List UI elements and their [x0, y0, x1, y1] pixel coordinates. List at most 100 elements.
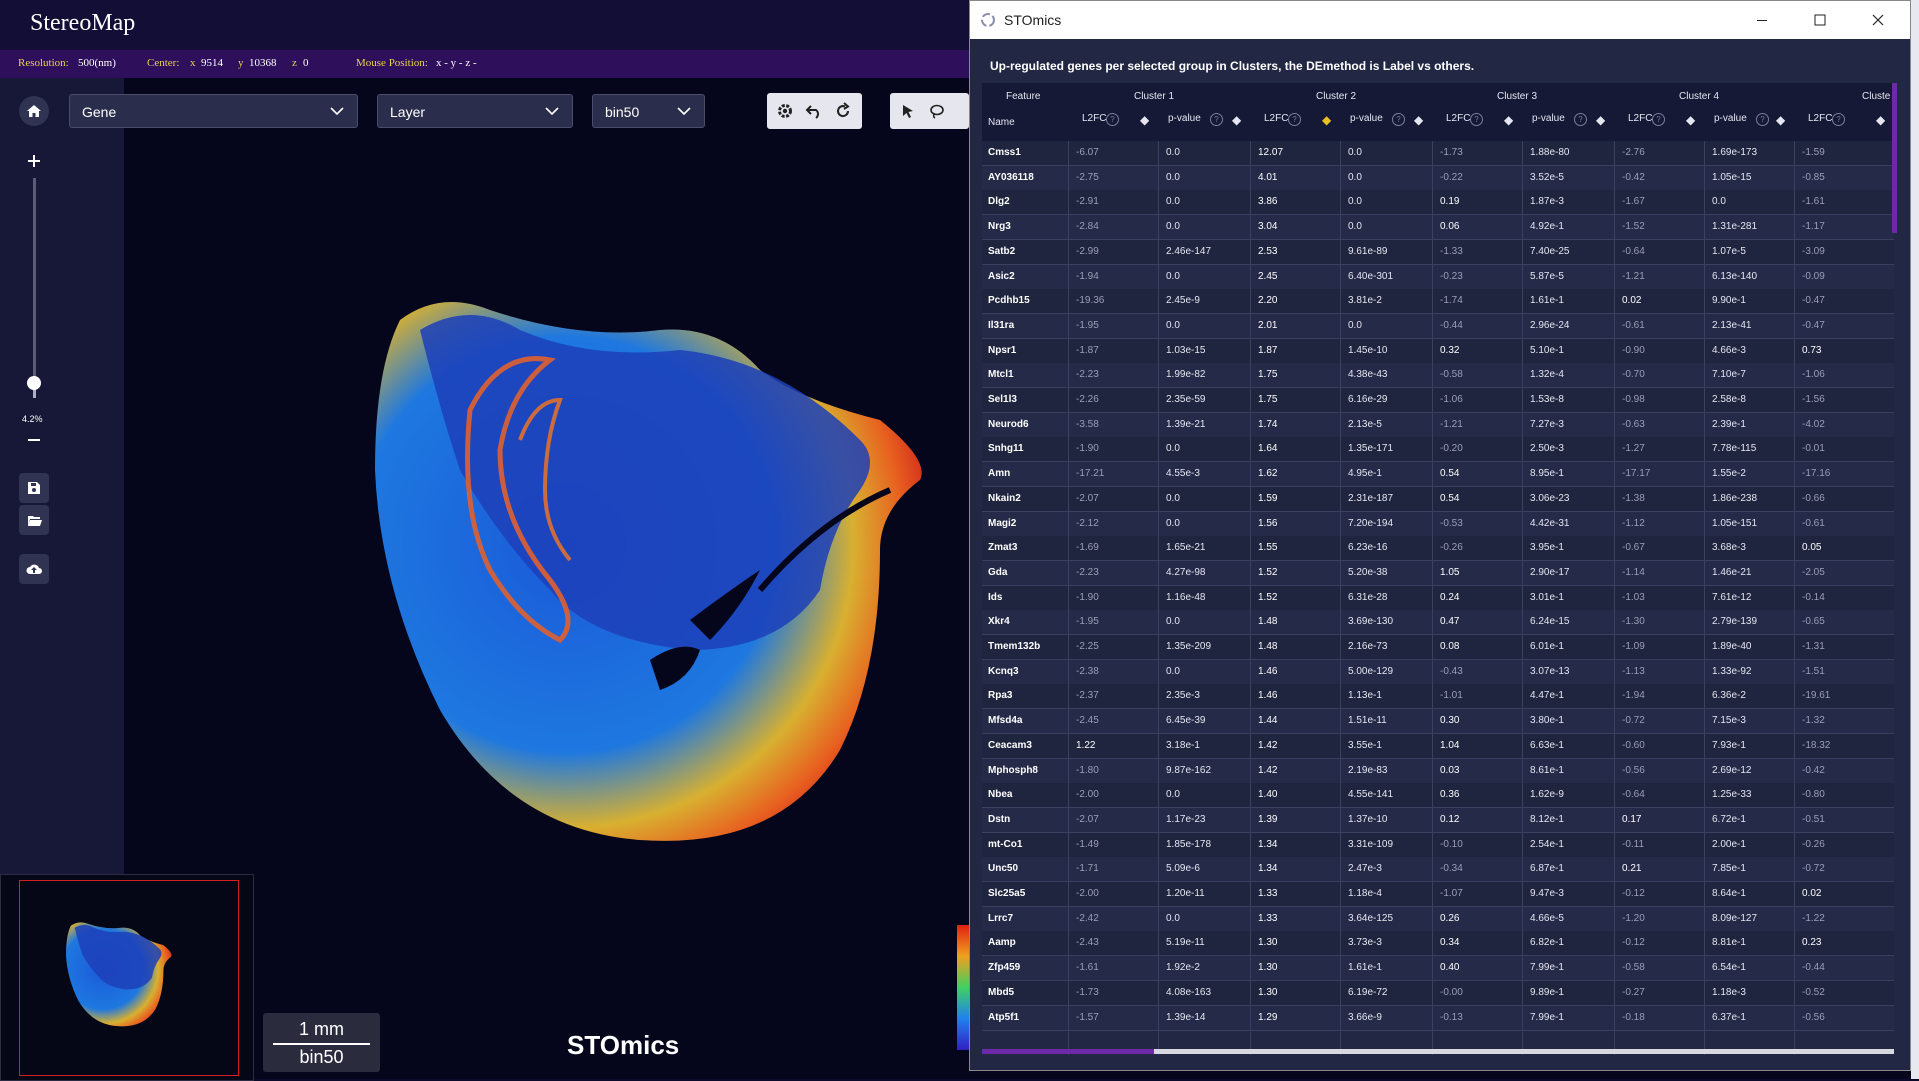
- table-row[interactable]: Sel1l3 -2.26 2.35e-59 1.75 6.16e-29 -1.06 1.53…: [982, 388, 1894, 413]
- sort-icon[interactable]: ◆: [1686, 113, 1695, 127]
- scale-bar: 1 mm bin50: [263, 1013, 380, 1072]
- sort-icon[interactable]: ◆: [1232, 113, 1241, 127]
- chevron-down-icon: [330, 107, 344, 116]
- lasso-select-button[interactable]: [923, 97, 951, 125]
- table-row[interactable]: Magi2 -2.12 0.0 1.56 7.20e-194 -0.53 4.42e-31 -…: [982, 511, 1894, 537]
- p-value-cell: 0.0: [1166, 196, 1180, 208]
- table-row[interactable]: Unc50 -1.71 5.09e-6 1.34 2.47e-3 -0.34 6.87e-1…: [982, 857, 1894, 883]
- table-row[interactable]: Dstn -2.07 1.17e-23 1.39 1.37e-10 0.12 8.12e-1…: [982, 807, 1894, 833]
- home-button[interactable]: [19, 96, 49, 126]
- minimap[interactable]: [0, 874, 254, 1081]
- sort-icon[interactable]: ◆: [1596, 113, 1605, 127]
- table-row[interactable]: Npsr1 -1.87 1.03e-15 1.87 1.45e-10 0.32 5.10e-…: [982, 338, 1894, 364]
- help-icon[interactable]: ?: [1574, 113, 1587, 126]
- p-value-cell: 3.95e-1: [1530, 542, 1564, 554]
- table-row[interactable]: Atp5f1 -1.57 1.39e-14 1.29 3.66e-9 -0.13 7.99e…: [982, 1005, 1894, 1031]
- p-value-header[interactable]: p-value: [1532, 113, 1565, 124]
- help-icon[interactable]: ?: [1392, 113, 1405, 126]
- selection-tools-group: [890, 93, 969, 129]
- table-row[interactable]: Kcnq3 -2.38 0.0 1.46 5.00e-129 -0.43 3.07e-13 -…: [982, 659, 1894, 685]
- table-row[interactable]: Pcdhb15 -19.36 2.45e-9 2.20 3.81e-2 -1.74 1.61…: [982, 289, 1894, 315]
- name-header[interactable]: Name: [988, 117, 1015, 128]
- l2fc-header[interactable]: L2FC: [1446, 113, 1470, 124]
- table-row[interactable]: Zfp459 -1.61 1.92e-2 1.30 1.61e-1 0.40 7.99e-1…: [982, 956, 1894, 982]
- table-vertical-scrollbar[interactable]: [1892, 83, 1897, 233]
- maximize-icon: [1814, 14, 1826, 26]
- table-row[interactable]: Lrrc7 -2.42 0.0 1.33 3.64e-125 0.26 4.66e-5 -1.…: [982, 906, 1894, 932]
- table-row[interactable]: Neurod6 -3.58 1.39e-21 1.74 2.13e-5 -1.21 7.27…: [982, 412, 1894, 438]
- zoom-slider-track[interactable]: [33, 178, 36, 398]
- table-row[interactable]: Slc25a5 -2.00 1.20e-11 1.33 1.18e-4 -1.07 9.47…: [982, 882, 1894, 907]
- open-folder-button[interactable]: [19, 505, 49, 535]
- p-value-cell: 3.68e-3: [1712, 542, 1746, 554]
- sort-icon[interactable]: ◆: [1322, 113, 1331, 127]
- p-value-header[interactable]: p-value: [1168, 113, 1201, 124]
- table-row[interactable]: Mphosph8 -1.80 9.87e-162 1.42 2.19e-83 0.03 8.…: [982, 758, 1894, 784]
- p-value-cell: 0.0: [1166, 171, 1180, 183]
- table-row[interactable]: Nrg3 -2.84 0.0 3.04 0.0 0.06 4.92e-1 -1.52 1.31e…: [982, 215, 1894, 241]
- zoom-out-button[interactable]: [20, 428, 48, 452]
- table-row[interactable]: Gda -2.23 4.27e-98 1.52 5.20e-38 1.05 2.90e-17…: [982, 560, 1894, 586]
- table-row[interactable]: Amn -17.21 4.55e-3 1.62 4.95e-1 0.54 8.95e-1 -1…: [982, 462, 1894, 488]
- table-row[interactable]: mt-Co1 -1.49 1.85e-178 1.34 3.31e-109 -0.10 2.…: [982, 832, 1894, 858]
- help-icon[interactable]: ?: [1652, 113, 1665, 126]
- table-row[interactable]: Il31ra -1.95 0.0 2.01 0.0 -0.44 2.96e-24 -0.61 2…: [982, 313, 1894, 339]
- help-icon[interactable]: ?: [1470, 113, 1483, 126]
- maximize-button[interactable]: [1792, 1, 1848, 39]
- pointer-select-button[interactable]: [894, 97, 922, 125]
- refresh-button[interactable]: [829, 97, 857, 125]
- help-icon[interactable]: ?: [1210, 113, 1223, 126]
- zoom-slider-knob[interactable]: [27, 375, 41, 390]
- table-row[interactable]: Mfsd4a -2.45 6.45e-39 1.44 1.51e-11 0.30 3.80e…: [982, 709, 1894, 735]
- sort-icon[interactable]: ◆: [1776, 113, 1785, 127]
- table-row[interactable]: Cmss1 -6.07 0.0 12.07 0.0 -1.73 1.88e-80 -2.76 1…: [982, 141, 1894, 166]
- l2fc-header[interactable]: L2FC: [1628, 113, 1652, 124]
- l2fc-cell: -0.01: [1802, 443, 1825, 455]
- help-icon[interactable]: ?: [1832, 113, 1845, 126]
- l2fc-cell: -1.30: [1622, 616, 1645, 628]
- close-button[interactable]: [1850, 1, 1906, 39]
- table-row[interactable]: Nbea -2.00 0.0 1.40 4.55e-141 0.36 1.62e-9 -0.6…: [982, 783, 1894, 809]
- table-row[interactable]: Nkain2 -2.07 0.0 1.59 2.31e-187 0.54 3.06e-23 -…: [982, 486, 1894, 512]
- cloud-upload-button[interactable]: [19, 554, 49, 584]
- l2fc-header[interactable]: L2FC: [1264, 113, 1288, 124]
- table-row[interactable]: AY036118 -2.75 0.0 4.01 0.0 -0.22 3.52e-5 -0.42…: [982, 165, 1894, 191]
- table-row[interactable]: Ceacam3 1.22 3.18e-1 1.42 3.55e-1 1.04 6.63e-1…: [982, 733, 1894, 759]
- table-row[interactable]: Dlg2 -2.91 0.0 3.86 0.0 0.19 1.87e-3 -1.67 0.0 -1…: [982, 190, 1894, 216]
- sort-icon[interactable]: ◆: [1414, 113, 1423, 127]
- save-button[interactable]: [19, 473, 49, 503]
- table-row[interactable]: Zmat3 -1.69 1.65e-21 1.55 6.23e-16 -0.26 3.95e…: [982, 536, 1894, 562]
- table-row[interactable]: Mbd5 -1.73 4.08e-163 1.30 6.19e-72 -0.00 9.89e…: [982, 980, 1894, 1006]
- table-row[interactable]: Satb2 -2.99 2.46e-147 2.53 9.61e-89 -1.33 7.40…: [982, 239, 1894, 265]
- table-horizontal-scroll-thumb[interactable]: [982, 1049, 1154, 1054]
- undo-button[interactable]: [800, 97, 828, 125]
- table-row[interactable]: Xkr4 -1.95 0.0 1.48 3.69e-130 0.47 6.24e-15 -1.…: [982, 610, 1894, 636]
- help-icon[interactable]: ?: [1106, 113, 1119, 126]
- sort-icon[interactable]: ◆: [1504, 113, 1513, 127]
- table-row[interactable]: Snhg11 -1.90 0.0 1.64 1.35e-171 -0.20 2.50e-3 -…: [982, 437, 1894, 463]
- p-value-header[interactable]: p-value: [1350, 113, 1383, 124]
- l2fc-header[interactable]: L2FC: [1082, 113, 1106, 124]
- p-value-header[interactable]: p-value: [1714, 113, 1747, 124]
- table-row[interactable]: Rpa3 -2.37 2.35e-3 1.46 1.13e-1 -1.01 4.47e-1 -…: [982, 684, 1894, 710]
- p-value-cell: 6.31e-28: [1348, 591, 1388, 603]
- settings-button[interactable]: [771, 97, 799, 125]
- help-icon[interactable]: ?: [1288, 113, 1301, 126]
- layer-dropdown[interactable]: Layer: [377, 94, 573, 128]
- table-row[interactable]: Ids -1.90 1.16e-48 1.52 6.31e-28 0.24 3.01e-1 -…: [982, 585, 1894, 611]
- sort-icon[interactable]: ◆: [1140, 113, 1149, 127]
- l2fc-cell: -1.61: [1802, 196, 1825, 208]
- minimize-button[interactable]: [1734, 1, 1790, 39]
- zoom-in-button[interactable]: [20, 148, 48, 174]
- table-row[interactable]: Mtcl1 -2.23 1.99e-82 1.75 4.38e-43 -0.58 1.32e…: [982, 363, 1894, 389]
- table-row[interactable]: Tmem132b -2.25 1.35e-209 1.48 2.16e-73 0.08 6.…: [982, 635, 1894, 660]
- bin-size-dropdown[interactable]: bin50: [592, 94, 705, 128]
- table-row[interactable]: Asic2 -1.94 0.0 2.45 6.40e-301 -0.23 5.87e-5 -1…: [982, 264, 1894, 290]
- gene-dropdown[interactable]: Gene: [69, 94, 358, 128]
- help-icon[interactable]: ?: [1756, 113, 1769, 126]
- l2fc-cell: 1.04: [1440, 739, 1460, 751]
- center-label: Center:: [147, 57, 180, 69]
- table-row[interactable]: Aamp -2.43 5.19e-11 1.30 3.73e-3 0.34 6.82e-1 -…: [982, 931, 1894, 957]
- l2fc-header[interactable]: L2FC: [1808, 113, 1832, 124]
- sort-icon[interactable]: ◆: [1876, 113, 1885, 127]
